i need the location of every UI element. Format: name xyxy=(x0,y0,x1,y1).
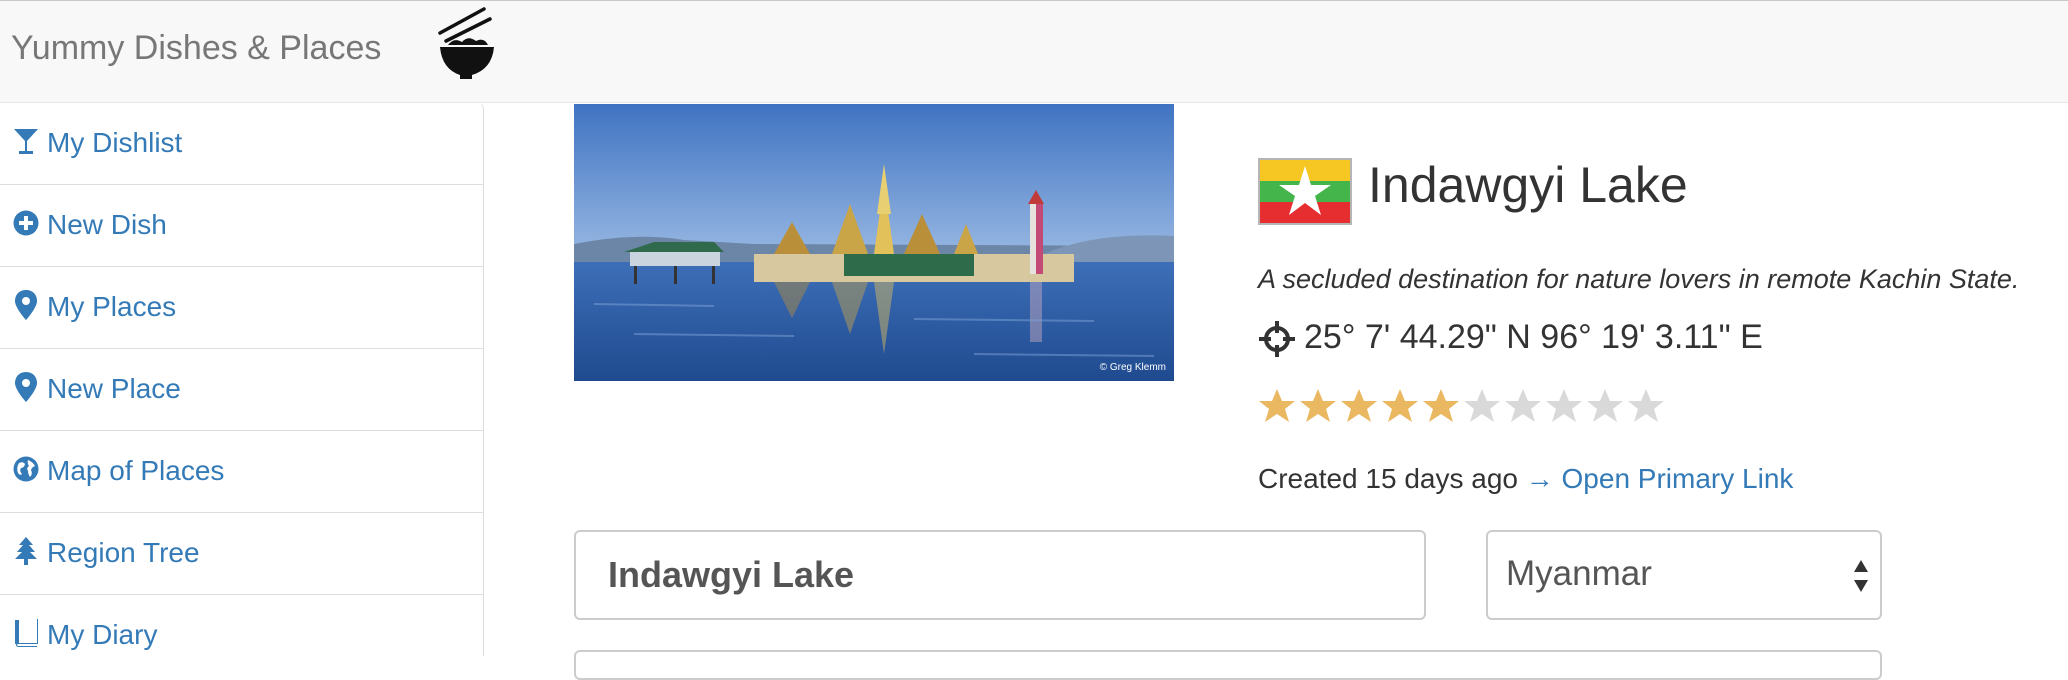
sidebar-item-label: New Dish xyxy=(47,209,167,240)
star-filled-icon[interactable] xyxy=(1340,387,1378,425)
cocktail-glass-icon xyxy=(12,125,40,157)
sidebar-item-label: My Diary xyxy=(47,619,158,650)
rice-bowl-chopsticks-icon xyxy=(438,7,494,79)
star-empty-icon[interactable] xyxy=(1504,387,1542,425)
select-arrows-icon xyxy=(1854,560,1868,592)
sidebar-item-label: New Place xyxy=(47,373,181,404)
myanmar-flag-icon xyxy=(1258,158,1352,225)
place-photo: © Greg Klemm xyxy=(574,104,1174,381)
sidebar-item-my-dishlist[interactable]: My Dishlist xyxy=(0,103,483,185)
place-title: Indawgyi Lake xyxy=(1368,157,1688,213)
sidebar-item-label: My Dishlist xyxy=(47,127,183,158)
map-marker-icon xyxy=(12,289,40,321)
brand-title[interactable]: Yummy Dishes & Places xyxy=(11,29,381,68)
globe-icon xyxy=(12,453,40,485)
place-tagline: A secluded destination for nature lovers… xyxy=(1258,264,2020,294)
star-empty-icon[interactable] xyxy=(1463,387,1501,425)
star-empty-icon[interactable] xyxy=(1545,387,1583,425)
coordinates-text: 25° 7' 44.29" N 96° 19' 3.11" E xyxy=(1304,318,1763,356)
star-filled-icon[interactable] xyxy=(1299,387,1337,425)
open-primary-link[interactable]: → Open Primary Link xyxy=(1526,463,1794,494)
sidebar-item-new-place[interactable]: New Place xyxy=(0,349,483,431)
sidebar-item-region-tree[interactable]: Region Tree xyxy=(0,513,483,595)
star-filled-icon[interactable] xyxy=(1422,387,1460,425)
crosshair-icon xyxy=(1259,321,1295,357)
star-filled-icon[interactable] xyxy=(1258,387,1296,425)
star-filled-icon[interactable] xyxy=(1381,387,1419,425)
book-icon xyxy=(12,617,40,649)
sidebar-item-my-diary[interactable]: My Diary xyxy=(0,595,483,656)
sidebar-item-map-of-places[interactable]: Map of Places xyxy=(0,431,483,513)
sidebar-item-label: Region Tree xyxy=(47,537,200,568)
sidebar-item-new-dish[interactable]: New Dish xyxy=(0,185,483,267)
country-select-value: Myanmar xyxy=(1506,554,1652,593)
sidebar-item-label: My Places xyxy=(47,291,177,322)
tree-icon xyxy=(12,535,40,567)
map-marker-icon xyxy=(12,371,40,403)
plus-circle-icon xyxy=(12,207,40,239)
created-text: Created 15 days ago xyxy=(1258,463,1518,494)
next-form-field[interactable] xyxy=(574,650,1882,680)
photo-credit: © Greg Klemm xyxy=(1100,362,1166,373)
country-select[interactable]: Myanmar xyxy=(1486,530,1882,620)
created-line: Created 15 days ago → Open Primary Link xyxy=(1258,463,1793,495)
sidebar-item-label: Map of Places xyxy=(47,455,225,486)
sidebar: My Dishlist New Dish My Places New Place… xyxy=(0,103,484,656)
star-empty-icon[interactable] xyxy=(1627,387,1665,425)
star-empty-icon[interactable] xyxy=(1586,387,1624,425)
place-name-input[interactable] xyxy=(574,530,1426,620)
navbar: Yummy Dishes & Places xyxy=(0,0,2068,103)
sidebar-item-my-places[interactable]: My Places xyxy=(0,267,483,349)
